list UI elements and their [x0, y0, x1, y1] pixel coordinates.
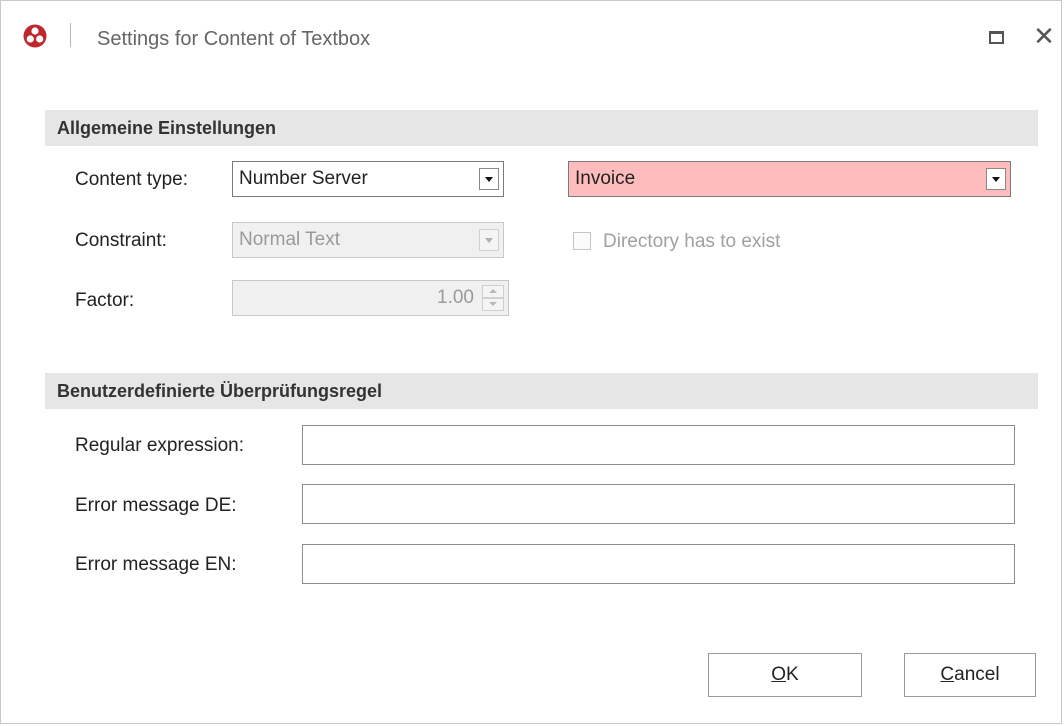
maximize-button[interactable] [981, 23, 1011, 53]
error-de-label: Error message DE: [75, 495, 237, 516]
title-separator [70, 23, 71, 47]
chevron-down-icon[interactable] [479, 229, 499, 251]
cancel-button[interactable]: Cancel [904, 653, 1036, 697]
content-type-select[interactable]: Number Server [232, 161, 504, 197]
spin-up-icon[interactable] [482, 285, 504, 298]
title-bar[interactable]: Settings for Content of Textbox ✕ [1, 1, 1061, 71]
section-general-title: Allgemeine Einstellungen [57, 118, 277, 138]
spin-down-icon[interactable] [482, 298, 504, 311]
error-en-label: Error message EN: [75, 554, 237, 575]
ok-accelerator: O [771, 664, 787, 685]
chevron-down-icon[interactable] [479, 168, 499, 190]
maximize-icon [989, 31, 1004, 44]
constraint-select[interactable]: Normal Text [232, 222, 504, 258]
directory-exists-checkbox[interactable] [573, 232, 591, 250]
ok-label-rest: K [786, 664, 799, 685]
content-type-value: Number Server [239, 168, 368, 189]
close-button[interactable]: ✕ [1029, 21, 1059, 51]
factor-spinner[interactable]: 1.00 [232, 280, 509, 316]
cancel-label-rest: ancel [954, 664, 1000, 685]
close-icon: ✕ [1033, 21, 1055, 51]
section-custom-header: Benutzerdefinierte Überprüfungsregel [45, 373, 1038, 409]
regex-label: Regular expression: [75, 435, 244, 456]
factor-label: Factor: [75, 290, 135, 311]
app-logo-icon [23, 24, 47, 48]
directory-exists-label[interactable]: Directory has to exist [603, 231, 780, 253]
section-general-header: Allgemeine Einstellungen [45, 110, 1038, 146]
content-type-label: Content type: [75, 169, 189, 190]
constraint-label: Constraint: [75, 230, 167, 251]
error-de-input[interactable] [302, 484, 1015, 524]
factor-value: 1.00 [437, 287, 474, 308]
section-custom-title: Benutzerdefinierte Überprüfungsregel [57, 381, 383, 401]
ok-button[interactable]: OK [708, 653, 862, 697]
number-server-value: Invoice [575, 168, 636, 189]
number-server-select[interactable]: Invoice [568, 161, 1011, 197]
window-title: Settings for Content of Textbox [97, 28, 371, 50]
cancel-accelerator: C [940, 664, 955, 685]
error-en-input[interactable] [302, 544, 1015, 584]
chevron-down-icon[interactable] [986, 168, 1006, 190]
regex-input[interactable] [302, 425, 1015, 465]
settings-dialog: Settings for Content of Textbox ✕ Allgem… [0, 0, 1062, 724]
constraint-value: Normal Text [239, 229, 341, 250]
